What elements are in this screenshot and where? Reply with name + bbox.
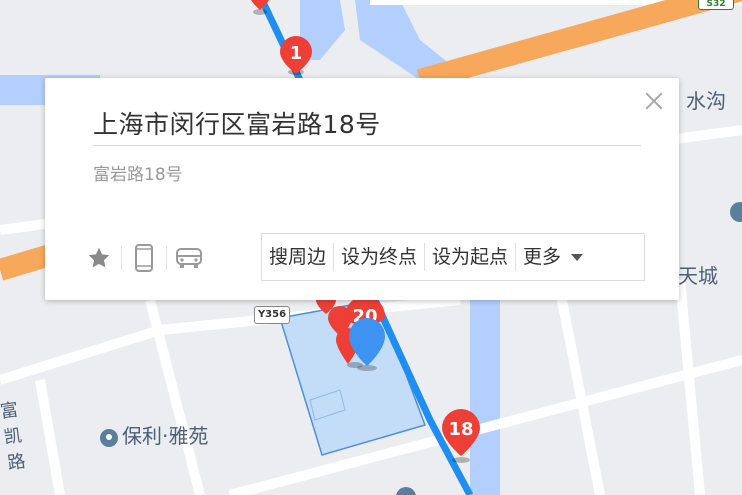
phone-icon[interactable] <box>124 243 164 273</box>
popup-title: 上海市闵行区富岩路18号 <box>93 110 381 139</box>
icon-separator <box>166 246 167 270</box>
close-icon[interactable] <box>641 88 667 114</box>
popup-divider <box>93 145 641 146</box>
chevron-down-icon <box>571 254 584 261</box>
set-start-button[interactable]: 设为起点 <box>425 244 515 270</box>
marker-18[interactable]: 18 <box>442 409 480 463</box>
marker-top[interactable] <box>248 0 272 15</box>
popup-subtitle: 富岩路18号 <box>93 165 183 185</box>
search-nearby-button[interactable]: 搜周边 <box>262 244 333 270</box>
more-button[interactable]: 更多 <box>516 244 590 270</box>
popup-icon-row <box>79 243 209 273</box>
marker-1[interactable]: 1 <box>280 36 312 75</box>
poi-right[interactable] <box>730 202 742 222</box>
location-popup: 上海市闵行区富岩路18号 富岩路18号 搜周边 设为终点 设为起点 更多 <box>45 78 679 300</box>
popup-action-bar: 搜周边 设为终点 设为起点 更多 <box>261 233 645 281</box>
set-destination-button[interactable]: 设为终点 <box>334 244 424 270</box>
more-label: 更多 <box>523 246 562 268</box>
marker-18-label: 18 <box>448 419 473 440</box>
star-icon[interactable] <box>79 243 119 273</box>
marker-1-label: 1 <box>290 43 303 64</box>
poi-bottom[interactable] <box>396 487 416 495</box>
car-icon[interactable] <box>169 243 209 273</box>
icon-separator <box>121 246 122 270</box>
